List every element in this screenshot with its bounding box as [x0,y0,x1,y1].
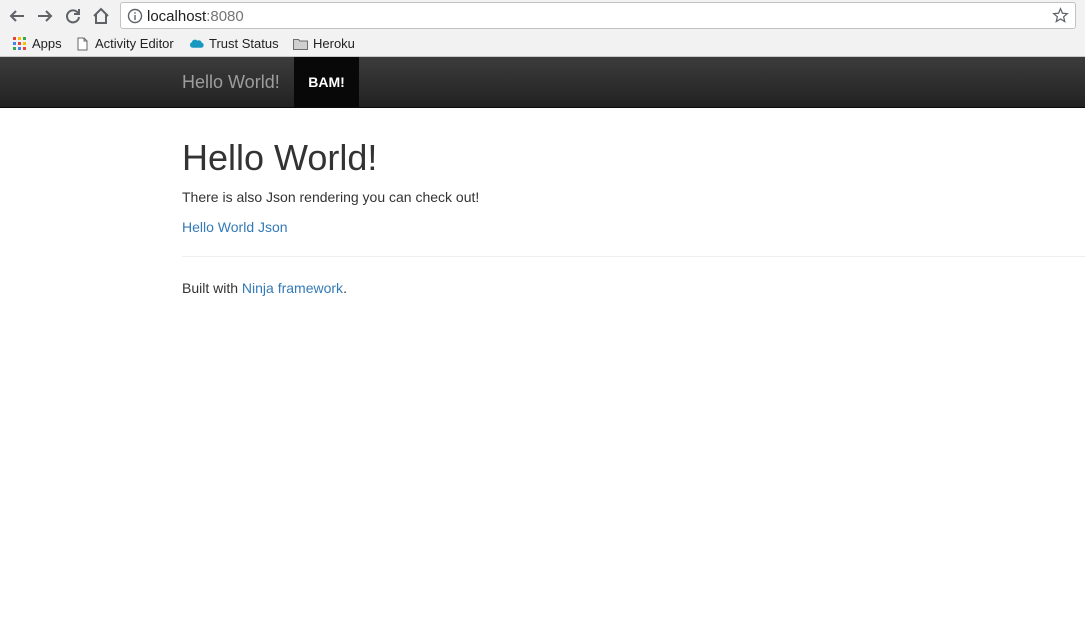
url-port: :8080 [206,8,244,25]
folder-icon [293,36,308,51]
info-icon[interactable] [127,8,143,24]
footer-text: Built with Ninja framework. [182,279,347,297]
forward-arrow-icon [38,10,53,22]
address-bar[interactable]: localhost:8080 [120,2,1076,29]
bookmark-label: Apps [32,36,62,51]
ninja-framework-link[interactable]: Ninja framework [242,280,343,296]
apps-grid-icon [12,36,27,51]
bookmark-activity-editor[interactable]: Activity Editor [75,35,174,52]
footer-divider [182,256,1085,257]
bookmark-trust-status[interactable]: Trust Status [189,35,279,52]
reload-button[interactable] [62,5,84,27]
home-button[interactable] [90,5,112,27]
bookmark-label: Activity Editor [95,36,174,51]
browser-chrome: localhost:8080 Apps Activity Editor Trus… [0,0,1085,57]
hello-world-json-link[interactable]: Hello World Json [182,218,288,236]
lead-text: There is also Json rendering you can che… [182,189,480,205]
salesforce-cloud-icon [189,36,204,51]
home-icon [93,7,109,24]
url-text: localhost:8080 [147,8,244,25]
url-host: localhost [147,8,207,25]
browser-toolbar: localhost:8080 [0,0,1085,31]
footer-prefix: Built with [182,280,242,296]
bookmark-apps[interactable]: Apps [12,35,62,52]
bookmark-label: Heroku [313,36,355,51]
nav-item-bam[interactable]: BAM! [294,57,359,107]
footer-suffix: . [343,280,347,296]
navbar-brand[interactable]: Hello World! [182,72,280,92]
bookmark-star-icon[interactable] [1052,7,1069,24]
forward-button[interactable] [34,5,56,27]
bookmark-label: Trust Status [209,36,279,51]
page-title: Hello World! [182,137,378,178]
bookmarks-bar: Apps Activity Editor Trust Status Heroku [0,31,1085,56]
reload-icon [66,9,80,24]
bookmark-heroku[interactable]: Heroku [293,35,355,52]
page-icon [75,36,90,51]
back-button[interactable] [6,5,28,27]
back-arrow-icon [9,10,24,22]
top-navbar: Hello World! BAM! [0,57,1085,108]
